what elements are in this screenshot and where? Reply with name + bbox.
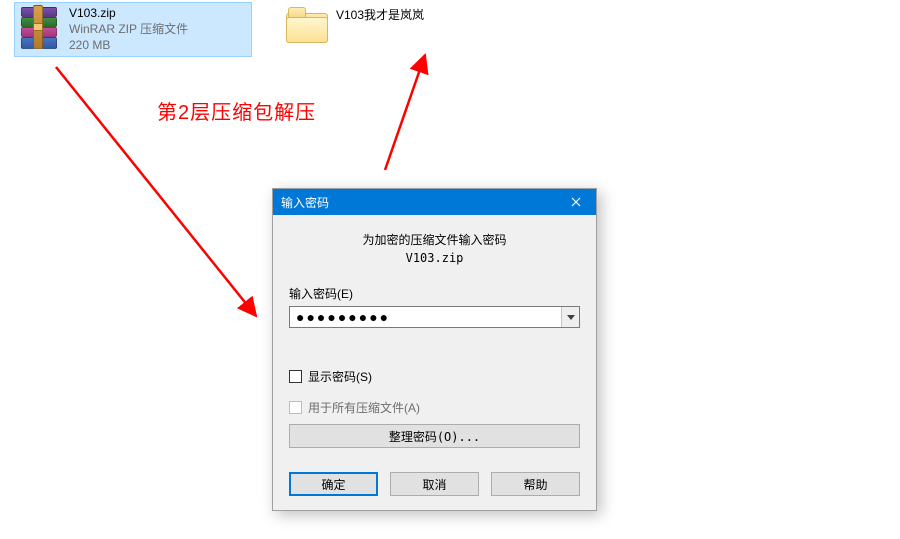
dialog-body: 为加密的压缩文件输入密码 V103.zip 输入密码(E) 显示密码(S) 用于…: [273, 215, 596, 462]
apply-all-label: 用于所有压缩文件(A): [308, 399, 420, 416]
file-item-folder[interactable]: V103我才是岚岚: [282, 5, 428, 45]
annotation-text: 第2层压缩包解压: [157, 96, 316, 125]
folder-icon: [286, 7, 328, 43]
folder-name: V103我才是岚岚: [336, 7, 424, 23]
annotation-arrow-to-folder: [385, 55, 425, 170]
winrar-zip-icon: [19, 5, 61, 51]
help-button[interactable]: 帮助: [491, 472, 580, 496]
apply-all-checkbox: [289, 401, 302, 414]
file-item-label: V103我才是岚岚: [336, 7, 424, 23]
show-password-label: 显示密码(S): [308, 368, 372, 385]
file-name: V103.zip: [69, 5, 188, 21]
chevron-down-icon: [567, 315, 575, 320]
dialog-title: 输入密码: [281, 194, 329, 211]
show-password-row[interactable]: 显示密码(S): [289, 368, 580, 385]
dialog-titlebar[interactable]: 输入密码: [273, 189, 596, 215]
file-type: WinRAR ZIP 压缩文件: [69, 21, 188, 37]
password-dropdown-button[interactable]: [561, 307, 579, 327]
organize-passwords-button[interactable]: 整理密码(O)...: [289, 424, 580, 448]
close-button[interactable]: [556, 189, 596, 215]
file-size: 220 MB: [69, 37, 188, 53]
show-password-checkbox[interactable]: [289, 370, 302, 383]
dialog-heading-line1: 为加密的压缩文件输入密码: [289, 231, 580, 249]
dialog-heading: 为加密的压缩文件输入密码 V103.zip: [289, 231, 580, 267]
file-item-zip[interactable]: V103.zip WinRAR ZIP 压缩文件 220 MB: [15, 3, 251, 56]
dialog-button-row: 确定 取消 帮助: [273, 462, 596, 510]
cancel-button[interactable]: 取消: [390, 472, 479, 496]
password-combobox[interactable]: [289, 306, 580, 328]
password-field-label: 输入密码(E): [289, 285, 580, 302]
apply-all-row: 用于所有压缩文件(A): [289, 399, 580, 416]
close-icon: [571, 197, 581, 207]
dialog-heading-line2: V103.zip: [289, 249, 580, 267]
file-item-label: V103.zip WinRAR ZIP 压缩文件 220 MB: [69, 5, 188, 54]
password-dialog: 输入密码 为加密的压缩文件输入密码 V103.zip 输入密码(E) 显示密码(…: [272, 188, 597, 511]
ok-button[interactable]: 确定: [289, 472, 378, 496]
password-input[interactable]: [290, 307, 561, 327]
